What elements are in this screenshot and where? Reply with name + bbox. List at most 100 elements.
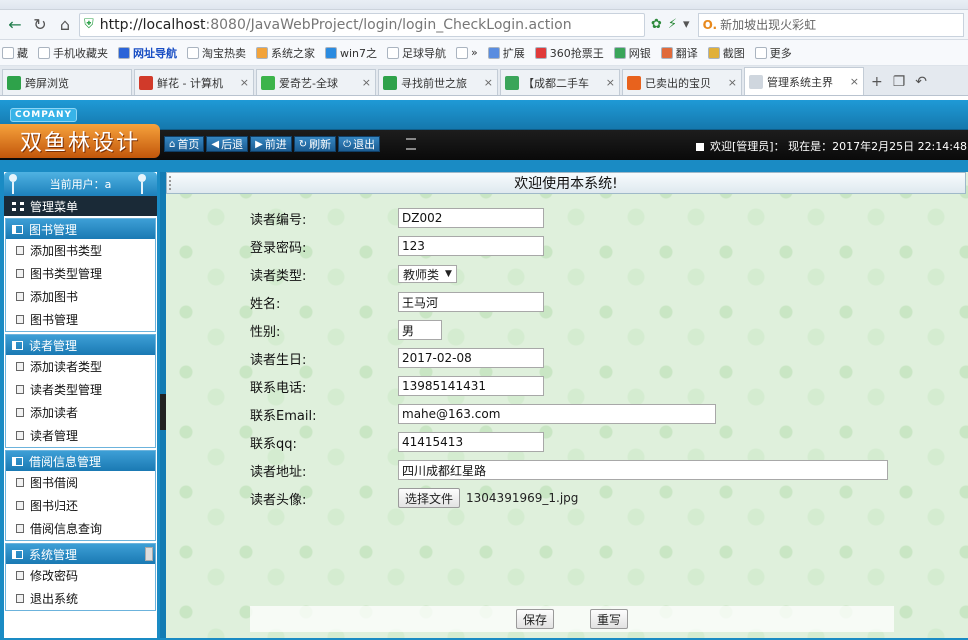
tab-favicon-icon [139,75,153,90]
menu-item-label: 图书归还 [30,499,79,513]
reset-button[interactable]: 重写 [590,609,629,629]
menu-group-title: 图书管理 [29,222,78,237]
close-tab-icon[interactable]: × [850,75,859,88]
save-button[interactable]: 保存 [515,609,554,629]
welcome-label: 欢迎[管理员]： 现在是：2017年2月25日 22:14:48 [710,140,967,153]
favorite-item[interactable]: 淘宝热卖 [187,45,246,61]
favorite-item[interactable]: 翻译 [660,45,698,61]
toolbar-button-power[interactable]: ⏻ 退出 [338,136,381,152]
menu-item[interactable]: 图书借阅 [6,471,155,494]
favorite-label: 截图 [722,46,745,60]
browser-tab[interactable]: 爱奇艺-全球 × [256,69,376,95]
reader-type-value: 教师类 [403,267,440,282]
favorite-icon [660,46,673,59]
reload-icon[interactable]: ↻ [29,14,51,36]
refresh-icon: ↻ [298,138,308,150]
favorite-label: 扩展 [502,46,525,60]
menu-item[interactable]: 图书归还 [6,494,155,517]
menu-item[interactable]: 图书管理 [6,308,155,331]
browser-tab[interactable]: 鲜花 - 计算机 × [134,69,254,95]
favorite-item[interactable]: 扩展 [487,45,525,61]
pin-icon [8,174,18,194]
content-title-bar: 欢迎使用本系统! [166,172,966,194]
close-tab-icon[interactable]: × [484,76,493,89]
menu-item[interactable]: 退出系统 [6,587,155,610]
favorite-icon [2,46,14,59]
favorite-item[interactable]: 更多 [754,45,792,61]
close-tab-icon[interactable]: × [606,76,615,89]
search-input[interactable]: O. 新加坡出现火彩虹 [697,12,964,37]
url-input[interactable]: ⛨ http://localhost :8080/JavaWebProject/… [79,12,645,37]
sidebar-scrollbar[interactable] [145,547,153,561]
menu-item[interactable]: 添加读者类型 [6,355,155,378]
favorite-icon [534,46,547,59]
page-icon [16,594,24,603]
menu-item[interactable]: 读者管理 [6,424,155,447]
browser-tab[interactable]: 寻找前世之旅 × [378,69,498,95]
browser-tab[interactable]: 管理系统主界 × [744,67,864,95]
page-icon [16,362,24,371]
menu-item[interactable]: 添加图书 [6,285,155,308]
browser-tab[interactable]: 已卖出的宝贝 × [622,69,742,95]
menu-group-header[interactable]: 系统管理 [6,544,155,564]
menu-item[interactable]: 图书类型管理 [6,262,155,285]
url-path: :8080/JavaWebProject/login/login_CheckLo… [205,16,572,33]
toolbar-button-home[interactable]: ⌂ 首页 [164,136,205,152]
favorite-label: 网址导航 [133,46,177,60]
close-tab-icon[interactable]: × [240,76,249,89]
menu-group: 借阅信息管理 图书借阅图书归还借阅信息查询 [5,450,156,541]
menu-item[interactable]: 添加图书类型 [6,239,155,262]
favorite-item[interactable]: » [456,46,478,59]
page-icon [16,269,24,278]
menu-group-header[interactable]: 图书管理 [6,219,155,239]
menu-item[interactable]: 读者类型管理 [6,378,155,401]
choose-file-button[interactable]: 选择文件 [398,488,461,508]
browser-tab[interactable]: 【成都二手车 × [500,69,620,95]
home-icon[interactable]: ⌂ [54,14,76,36]
address-input[interactable]: 四川成都红星路 [398,460,888,480]
toolbar-button-label: 退出 [353,138,376,151]
phone-input[interactable]: 13985141431 [398,376,544,396]
qq-input[interactable]: 41415413 [398,432,544,452]
menu-item[interactable]: 修改密码 [6,564,155,587]
favorite-item[interactable]: 截图 [707,45,745,61]
password-input[interactable]: 123 [398,236,544,256]
address-label: 读者地址: [250,464,307,480]
back-arrow-icon[interactable]: ← [4,14,26,36]
reader-type-select[interactable]: 教师类 ▼ [398,265,457,283]
birthday-input[interactable]: 2017-02-08 [398,348,544,368]
favorite-item[interactable]: 网址导航 [118,45,177,61]
favorite-item[interactable]: 系统之家 [256,45,315,61]
favorite-label: 淘宝热卖 [202,46,246,60]
toolbar-button-refresh[interactable]: ↻ 刷新 [293,136,337,152]
menu-group-header[interactable]: 借阅信息管理 [6,451,155,471]
favorite-item[interactable]: 网银 [613,45,651,61]
dropdown-icon[interactable]: ▾ [683,17,690,32]
lightning-icon[interactable]: ⚡ [668,17,677,32]
tab-list-icon[interactable]: ❐ [893,74,906,90]
speedup-icon[interactable]: ✿ [651,17,662,32]
gender-input[interactable]: 男 [398,320,442,340]
browser-tab[interactable]: 跨屏浏览 [2,69,132,95]
favorite-item[interactable]: 360抢票王 [534,45,604,61]
name-input[interactable]: 王马河 [398,292,544,312]
close-tab-icon[interactable]: × [728,76,737,89]
toolbar-button-forward[interactable]: ▶ 前进 [250,136,292,152]
menu-item[interactable]: 借阅信息查询 [6,517,155,540]
menu-item-label: 图书管理 [30,313,79,327]
undo-close-icon[interactable]: ↶ [915,74,927,90]
toolbar-button-label: 刷新 [309,138,332,151]
new-tab-icon[interactable]: + [871,74,883,90]
app-header: 双鱼林设计 ⌂ 首页 ◀ 后退 ▶ 前进 ↻ 刷新 ⏻ 退出 欢迎[管理员]： 现在是：2017年… [0,124,968,160]
favorite-item[interactable]: 藏 [2,45,28,61]
reader-no-input[interactable]: DZ002 [398,208,544,228]
toolbar-button-back[interactable]: ◀ 后退 [206,136,249,152]
favorite-item[interactable]: 足球导航 [387,45,446,61]
favorite-icon [754,46,767,59]
favorite-item[interactable]: win7之 [325,45,377,61]
close-tab-icon[interactable]: × [362,76,371,89]
email-input[interactable]: mahe@163.com [398,404,716,424]
menu-group-header[interactable]: 读者管理 [6,335,155,355]
menu-item[interactable]: 添加读者 [6,401,155,424]
favorite-item[interactable]: 手机收藏夹 [38,45,108,61]
